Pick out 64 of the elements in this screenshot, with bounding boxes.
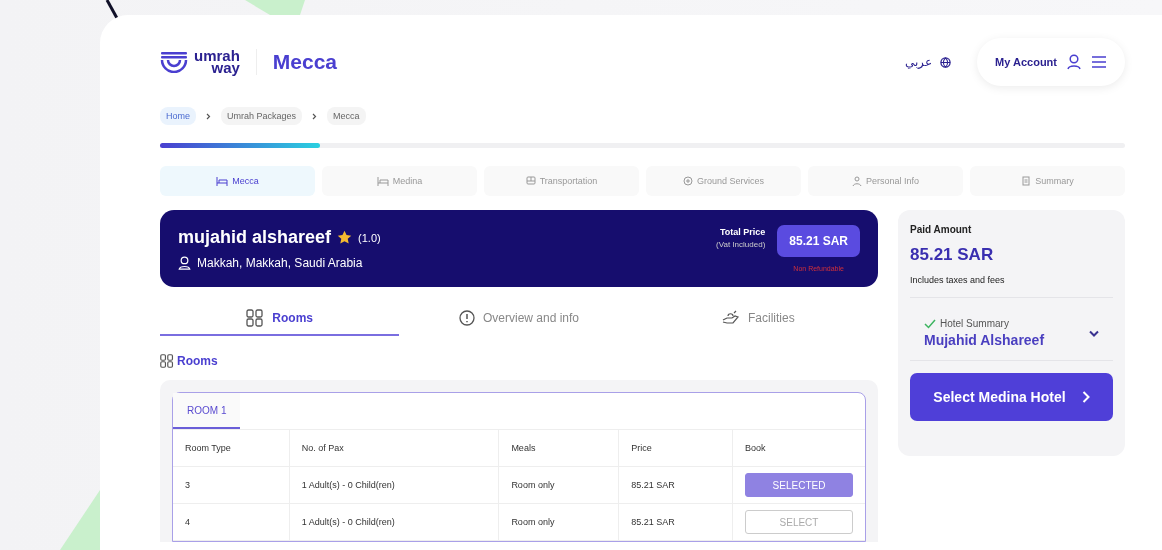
hotel-name: mujahid alshareef	[178, 227, 332, 248]
select-button[interactable]: SELECTED	[745, 473, 853, 497]
paid-amount: 85.21 SAR	[910, 245, 995, 265]
grid-icon	[246, 308, 265, 327]
grid-icon	[160, 354, 174, 368]
bed-icon	[216, 176, 229, 186]
menu-icon[interactable]	[1091, 55, 1107, 69]
rating-text: (1.0)	[358, 231, 381, 244]
chevron-right-icon	[1081, 391, 1090, 403]
column-header: Book	[732, 430, 865, 467]
column-header: Meals	[498, 430, 619, 467]
check-icon	[924, 318, 936, 329]
table-cell: 4	[173, 503, 290, 541]
table-cell: Room only	[498, 503, 619, 541]
chevron-icon	[312, 112, 318, 120]
column-header: Price	[618, 430, 733, 467]
account-button[interactable]: My Account	[995, 56, 1057, 68]
language-button[interactable]: عربي	[905, 55, 952, 69]
bed-icon	[376, 176, 389, 186]
paid-label: Paid Amount	[910, 224, 973, 235]
hand-icon	[721, 309, 740, 326]
chevron-icon	[206, 112, 211, 120]
step-tab[interactable]: Medina	[322, 166, 477, 196]
info-icon	[458, 309, 475, 326]
vat-note: (Vat Included)	[716, 240, 766, 249]
globe-icon	[940, 56, 952, 68]
document-icon	[1021, 176, 1032, 186]
room-tab[interactable]: ROOM 1	[173, 393, 241, 429]
services-icon	[683, 176, 693, 186]
user-icon[interactable]	[1067, 54, 1081, 70]
content-tab[interactable]: Overview and info	[399, 301, 639, 336]
step-tab[interactable]: Mecca	[160, 166, 315, 196]
column-header: No. of Pax	[289, 430, 499, 467]
tax-note: Includes taxes and fees	[910, 275, 1113, 298]
select-button[interactable]: SELECT	[745, 510, 853, 534]
step-tab[interactable]: Transportation	[484, 166, 639, 196]
table-cell: 3	[173, 466, 290, 504]
select-hotel-button[interactable]: Select Medina Hotel	[910, 373, 1113, 421]
star-icon	[337, 230, 353, 245]
content-tab[interactable]: Rooms	[160, 301, 400, 336]
content-tab[interactable]: Facilities	[638, 301, 878, 336]
logo-text[interactable]: umrah way	[194, 50, 240, 74]
breadcrumb-link[interactable]: Umrah Packages	[221, 107, 303, 125]
column-header: Room Type	[173, 430, 290, 467]
person-icon	[851, 176, 862, 186]
table-cell: Room only	[498, 466, 619, 504]
breadcrumb-link[interactable]: Mecca	[327, 107, 366, 125]
total-price-label: Total Price	[719, 227, 766, 237]
table-cell: 1 Adult(s) - 0 Child(ren)	[289, 466, 499, 504]
logo-icon	[160, 51, 188, 73]
hotel-location: Makkah, Makkah, Saudi Arabia	[197, 256, 363, 270]
section-title: Rooms	[177, 354, 218, 368]
table-cell: 85.21 SAR	[618, 503, 733, 541]
step-tab[interactable]: Personal Info	[808, 166, 963, 196]
hotel-summary-label: Hotel Summary	[940, 318, 1009, 329]
chevron-down-icon[interactable]	[1089, 329, 1099, 337]
step-tab[interactable]: Summary	[970, 166, 1125, 196]
table-cell: 85.21 SAR	[618, 466, 733, 504]
step-tab[interactable]: Ground Services	[646, 166, 801, 196]
breadcrumb-link[interactable]: Home	[160, 107, 196, 125]
city-title: Mecca	[272, 50, 338, 74]
price-badge: 85.21 SAR	[777, 225, 860, 257]
hotel-summary-name: Mujahid Alshareef	[924, 332, 1045, 348]
table-cell: 1 Adult(s) - 0 Child(ren)	[289, 503, 499, 541]
